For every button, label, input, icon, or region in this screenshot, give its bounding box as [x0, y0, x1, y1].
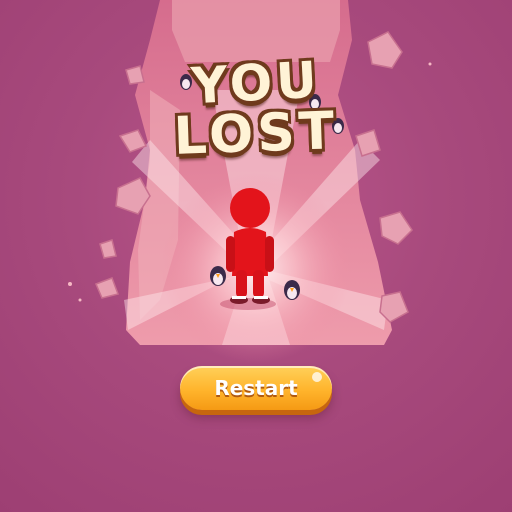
player-left-leg [236, 270, 247, 298]
penguin-icon [284, 280, 300, 300]
restart-button-label: Restart [214, 376, 298, 400]
button-shine [312, 372, 322, 382]
penguin-icon [210, 266, 226, 286]
player-right-arm [265, 236, 274, 272]
game-screen: YOU LOST Restart [0, 0, 512, 512]
player-right-leg [253, 270, 264, 298]
rock [95, 277, 119, 299]
player-left-arm [226, 236, 235, 272]
rock [99, 239, 117, 259]
player-head [230, 188, 270, 228]
rock [379, 211, 413, 245]
player-body [232, 228, 268, 276]
restart-button[interactable]: Restart [180, 366, 332, 410]
